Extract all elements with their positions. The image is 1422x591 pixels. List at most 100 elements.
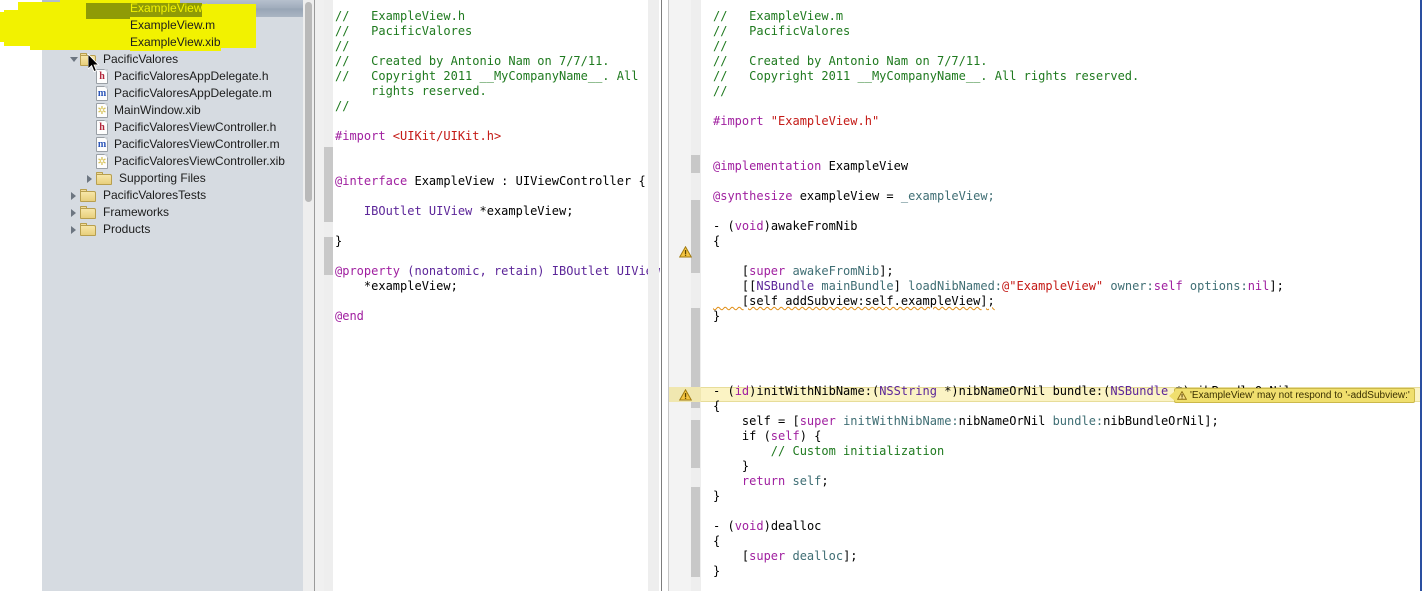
code-line[interactable]: { <box>713 534 1291 549</box>
code-line[interactable]: @interface ExampleView : UIViewControlle… <box>335 174 660 189</box>
chevron-right-icon[interactable] <box>85 170 96 187</box>
code-line[interactable]: // Created by Antonio Nam on 7/7/11. <box>713 54 1291 69</box>
navigator-row[interactable]: h ExampleView.h <box>42 0 303 17</box>
code-line[interactable]: // <box>713 84 1291 99</box>
code-line[interactable]: #import <UIKit/UIKit.h> <box>335 129 660 144</box>
code-line[interactable] <box>713 129 1291 144</box>
code-line[interactable]: [super awakeFromNib]; <box>713 264 1291 279</box>
code-line[interactable]: - (void)dealloc <box>713 519 1291 534</box>
code-line[interactable]: } <box>713 564 1291 579</box>
code-line[interactable]: // Custom initialization <box>713 444 1291 459</box>
navigator-row[interactable]: Products <box>42 221 303 238</box>
code-line[interactable]: // <box>713 39 1291 54</box>
code-line[interactable] <box>713 324 1291 339</box>
left-pane-scrollbar[interactable] <box>648 0 659 591</box>
code-line[interactable]: // Copyright 2011 __MyCompanyName__. All… <box>713 69 1291 84</box>
project-navigator[interactable]: h ExampleView.h m ExampleView.m ✲ ExampleView… <box>42 0 303 591</box>
code-line[interactable] <box>335 144 660 159</box>
warning-triangle-icon[interactable] <box>679 389 692 401</box>
code-line[interactable]: } <box>713 489 1291 504</box>
navigator-row[interactable]: ✲ MainWindow.xib <box>42 102 303 119</box>
code-line[interactable]: @synthesize exampleView = _exampleView; <box>713 189 1291 204</box>
code-line[interactable] <box>335 249 660 264</box>
fold-segment[interactable] <box>691 155 700 173</box>
editor-pane-left[interactable]: // ExampleView.h// PacificValores//// Cr… <box>315 0 662 591</box>
navigator-row[interactable]: m PacificValoresAppDelegate.m <box>42 85 303 102</box>
fold-segment[interactable] <box>691 487 700 577</box>
warning-triangle-icon[interactable] <box>679 246 692 258</box>
code-line[interactable] <box>335 114 660 129</box>
code-line[interactable]: // PacificValores <box>713 24 1291 39</box>
editor-split-divider[interactable] <box>661 0 662 591</box>
code-line[interactable]: // PacificValores <box>335 24 660 39</box>
chevron-right-icon[interactable] <box>69 221 80 238</box>
code-line[interactable]: // Created by Antonio Nam on 7/7/11. <box>335 54 660 69</box>
code-line[interactable] <box>713 354 1291 369</box>
code-line[interactable]: // <box>335 99 660 114</box>
left-pane-code[interactable]: // ExampleView.h// PacificValores//// Cr… <box>335 9 660 324</box>
code-line[interactable] <box>335 159 660 174</box>
code-line[interactable] <box>335 189 660 204</box>
code-line[interactable]: #import "ExampleView.h" <box>713 114 1291 129</box>
code-line[interactable] <box>713 504 1291 519</box>
code-line[interactable]: } <box>713 309 1291 324</box>
code-line[interactable] <box>713 174 1291 189</box>
code-line[interactable] <box>713 144 1291 159</box>
code-line[interactable]: [super dealloc]; <box>713 549 1291 564</box>
navigator-row[interactable]: ✲ ExampleView.xib <box>42 34 303 51</box>
code-line[interactable]: } <box>335 234 660 249</box>
navigator-row[interactable]: ✲ PacificValoresViewController.xib <box>42 153 303 170</box>
code-line[interactable]: @property (nonatomic, retain) IBOutlet U… <box>335 264 660 279</box>
navigator-scrollbar[interactable] <box>303 0 314 591</box>
code-line[interactable]: IBOutlet UIView *exampleView; <box>335 204 660 219</box>
code-line[interactable]: // ExampleView.h <box>335 9 660 24</box>
code-line[interactable] <box>713 339 1291 354</box>
code-line[interactable] <box>713 369 1291 384</box>
fold-segment[interactable] <box>324 147 333 222</box>
code-line[interactable] <box>713 249 1291 264</box>
navigator-row[interactable]: h PacificValoresViewController.h <box>42 119 303 136</box>
code-line[interactable]: self = [super initWithNibName:nibNameOrN… <box>713 414 1291 429</box>
code-line[interactable]: // Copyright 2011 __MyCompanyName__. All <box>335 69 660 84</box>
code-line[interactable]: { <box>713 234 1291 249</box>
chevron-down-icon[interactable] <box>69 51 80 68</box>
code-line[interactable]: *exampleView; <box>335 279 660 294</box>
navigator-scroll-thumb[interactable] <box>305 2 312 202</box>
code-token: { <box>713 399 721 413</box>
right-pane-code-folding-ribbon[interactable] <box>691 0 701 591</box>
code-line[interactable]: [self addSubview:self.exampleView]; <box>713 294 1291 309</box>
navigator-row[interactable]: m ExampleView.m <box>42 17 303 34</box>
code-line[interactable]: @implementation ExampleView <box>713 159 1291 174</box>
code-line[interactable]: if (self) { <box>713 429 1291 444</box>
code-line[interactable]: // ExampleView.m <box>713 9 1291 24</box>
code-line[interactable]: // <box>335 39 660 54</box>
navigator-row[interactable]: Frameworks <box>42 204 303 221</box>
code-line[interactable] <box>713 579 1291 591</box>
navigator-row[interactable]: m PacificValoresViewController.m <box>42 136 303 153</box>
code-line[interactable] <box>335 219 660 234</box>
fold-segment[interactable] <box>691 420 700 468</box>
code-line[interactable]: @end <box>335 309 660 324</box>
code-token: // Created by Antonio Nam on 7/7/11. <box>335 54 610 68</box>
fold-segment[interactable] <box>691 203 700 273</box>
code-line[interactable]: } <box>713 459 1291 474</box>
right-pane-code[interactable]: // ExampleView.m// PacificValores//// Cr… <box>713 9 1291 591</box>
chevron-right-icon[interactable] <box>69 204 80 221</box>
navigator-row[interactable]: PacificValores <box>42 51 303 68</box>
code-line[interactable]: - (void)awakeFromNib <box>713 219 1291 234</box>
code-line[interactable]: rights reserved. <box>335 84 660 99</box>
interface-file-icon: ✲ <box>96 154 108 169</box>
navigator-row[interactable]: Supporting Files <box>42 170 303 187</box>
inline-warning-banner[interactable]: 'ExampleView' may not respond to '-addSu… <box>1169 388 1415 403</box>
fold-segment[interactable] <box>324 237 333 275</box>
code-line[interactable] <box>713 99 1291 114</box>
editor-pane-right[interactable]: // ExampleView.m// PacificValores//// Cr… <box>669 0 1420 591</box>
code-line[interactable]: [[NSBundle mainBundle] loadNibNamed:@"Ex… <box>713 279 1291 294</box>
navigator-row[interactable]: h PacificValoresAppDelegate.h <box>42 68 303 85</box>
navigator-row[interactable]: PacificValoresTests <box>42 187 303 204</box>
left-pane-code-folding-ribbon[interactable] <box>324 0 333 591</box>
code-line[interactable] <box>713 204 1291 219</box>
chevron-right-icon[interactable] <box>69 187 80 204</box>
code-line[interactable]: return self; <box>713 474 1291 489</box>
code-line[interactable] <box>335 294 660 309</box>
